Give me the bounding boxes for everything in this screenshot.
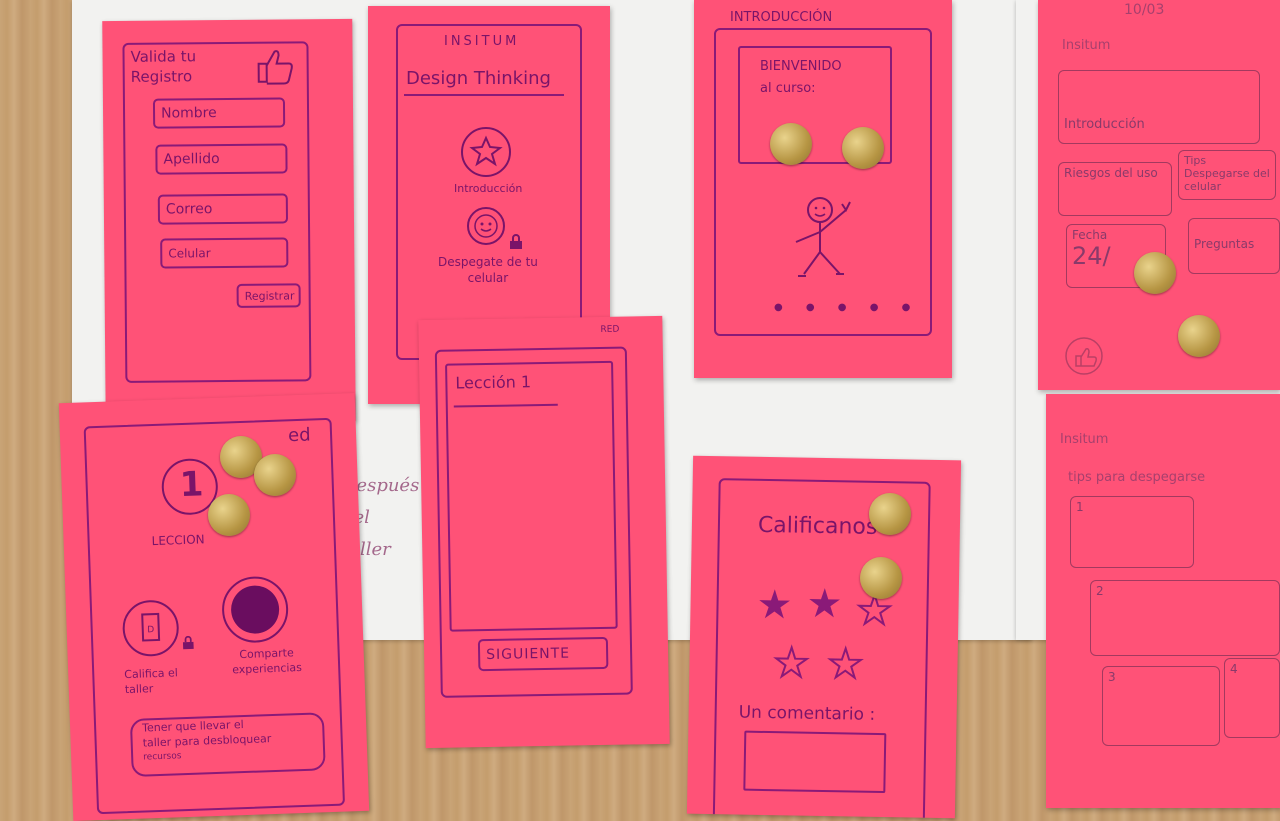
lesson-number: 1 bbox=[179, 464, 205, 506]
dash-cell-risks[interactable]: Riesgos del uso bbox=[1058, 162, 1172, 216]
lock-icon bbox=[181, 635, 196, 654]
note-tips: Insitum tips para despegarse 1 2 3 4 bbox=[1046, 394, 1280, 808]
comment-label: Un comentario : bbox=[738, 702, 876, 725]
sticker-dot bbox=[860, 557, 902, 599]
dash-cell-tips[interactable]: Tips Despegarse del celular bbox=[1178, 150, 1276, 200]
lesson-corner-note: RED bbox=[600, 324, 620, 335]
registro-title-line1: Valida tu bbox=[130, 47, 197, 66]
registro-title: Valida tu Registro bbox=[130, 46, 196, 87]
share-experience-label: Comparte experiencias bbox=[231, 645, 302, 677]
svg-text:D: D bbox=[147, 625, 154, 635]
next-button[interactable]: SIGUIENTE bbox=[477, 636, 609, 672]
dash-date-label: Fecha bbox=[1072, 228, 1108, 242]
rate-label-line2: taller bbox=[124, 682, 154, 697]
tips-subtitle: tips para despegarse bbox=[1068, 470, 1206, 485]
wooden-wall: Después del taller Valida tu Registro No… bbox=[0, 0, 1280, 821]
detach-label-line1: Despegate de tu bbox=[438, 255, 538, 269]
share-label-line2: experiencias bbox=[231, 660, 303, 677]
note-registro: Valida tu Registro Nombre Apellido Corre… bbox=[102, 18, 356, 424]
rating-star-empty[interactable]: ★ bbox=[826, 640, 865, 689]
dash-banner[interactable]: Introducción bbox=[1058, 70, 1260, 144]
intro-header: INTRODUCCIÓN bbox=[730, 10, 833, 25]
title-underline bbox=[404, 94, 564, 96]
tip-item[interactable]: 3 bbox=[1102, 666, 1220, 746]
registro-field[interactable]: Celular bbox=[160, 237, 289, 269]
sticker-dot bbox=[1134, 252, 1176, 294]
registro-title-line2: Registro bbox=[130, 67, 193, 86]
registro-field[interactable]: Apellido bbox=[155, 143, 288, 175]
comment-input[interactable] bbox=[743, 730, 887, 794]
lesson-label: LECCION bbox=[151, 532, 205, 549]
note-intro: INTRODUCCIÓN BIENVENIDO al curso: ● ● ● … bbox=[694, 0, 952, 378]
lesson-content-frame bbox=[445, 360, 618, 632]
note-badges: ed 1 LECCION D Califica el taller Compar… bbox=[58, 392, 370, 821]
tip-item[interactable]: 1 bbox=[1070, 496, 1194, 568]
rate-label-line1: Califica el bbox=[124, 666, 179, 682]
rating-star-filled[interactable]: ★ bbox=[806, 581, 843, 628]
dash-date: 10/03 bbox=[1124, 2, 1165, 18]
sticker-dot bbox=[869, 493, 911, 535]
intro-item-label: Introducción bbox=[454, 182, 523, 195]
rate-workshop-label: Califica el taller bbox=[124, 665, 179, 697]
unlock-hint-text: Tener que llevar el taller para desbloqu… bbox=[142, 716, 272, 765]
registro-field[interactable]: Correo bbox=[157, 193, 289, 225]
dash-brand: Insitum bbox=[1062, 38, 1111, 53]
star-icon[interactable] bbox=[460, 126, 512, 182]
rate-workshop-icon[interactable]: D bbox=[120, 597, 182, 663]
sticker-dot bbox=[1178, 315, 1220, 357]
stick-figure-icon bbox=[790, 190, 860, 288]
welcome-line1: BIENVENIDO bbox=[760, 59, 842, 74]
sticker-dot bbox=[770, 123, 812, 165]
rating-title: Calificanos bbox=[757, 512, 878, 540]
tip-item[interactable]: 4 bbox=[1224, 658, 1280, 738]
share-experience-icon[interactable] bbox=[219, 573, 292, 649]
note-dashboard: 10/03 Insitum Introducción Riesgos del u… bbox=[1038, 0, 1280, 390]
tip-item[interactable]: 2 bbox=[1090, 580, 1280, 656]
thumbs-up-icon bbox=[252, 45, 296, 89]
pager-dots[interactable]: ● ● ● ● ● bbox=[774, 302, 920, 313]
welcome-text: BIENVENIDO al curso: bbox=[760, 56, 842, 100]
dash-cell-questions[interactable]: Preguntas bbox=[1188, 218, 1280, 274]
tips-brand: Insitum bbox=[1060, 432, 1109, 447]
registro-field[interactable]: Nombre bbox=[152, 97, 286, 129]
sticker-dot bbox=[842, 127, 884, 169]
smiley-icon[interactable] bbox=[466, 206, 506, 250]
badges-corner: ed bbox=[287, 424, 311, 447]
register-button[interactable]: Registrar bbox=[236, 283, 301, 308]
note-rating: Calificanos ★ ★ ★ ★ ★ Un comentario : bbox=[686, 455, 962, 819]
sticker-dot bbox=[254, 454, 296, 496]
sticker-dot bbox=[208, 494, 250, 536]
welcome-line2: al curso: bbox=[760, 81, 816, 96]
home-brand: INSITUM bbox=[444, 34, 520, 49]
rating-star-filled[interactable]: ★ bbox=[756, 582, 793, 629]
lock-icon bbox=[508, 234, 524, 254]
thumb-icon[interactable] bbox=[1064, 336, 1104, 380]
rating-star-empty[interactable]: ★ bbox=[772, 639, 811, 688]
detach-label-line2: celular bbox=[467, 271, 509, 285]
detach-item-label: Despegate de tu celular bbox=[438, 254, 538, 286]
lesson-title: Lección 1 bbox=[455, 372, 532, 393]
note-leccion: RED Lección 1 SIGUIENTE bbox=[418, 315, 670, 749]
home-title: Design Thinking bbox=[406, 68, 551, 89]
